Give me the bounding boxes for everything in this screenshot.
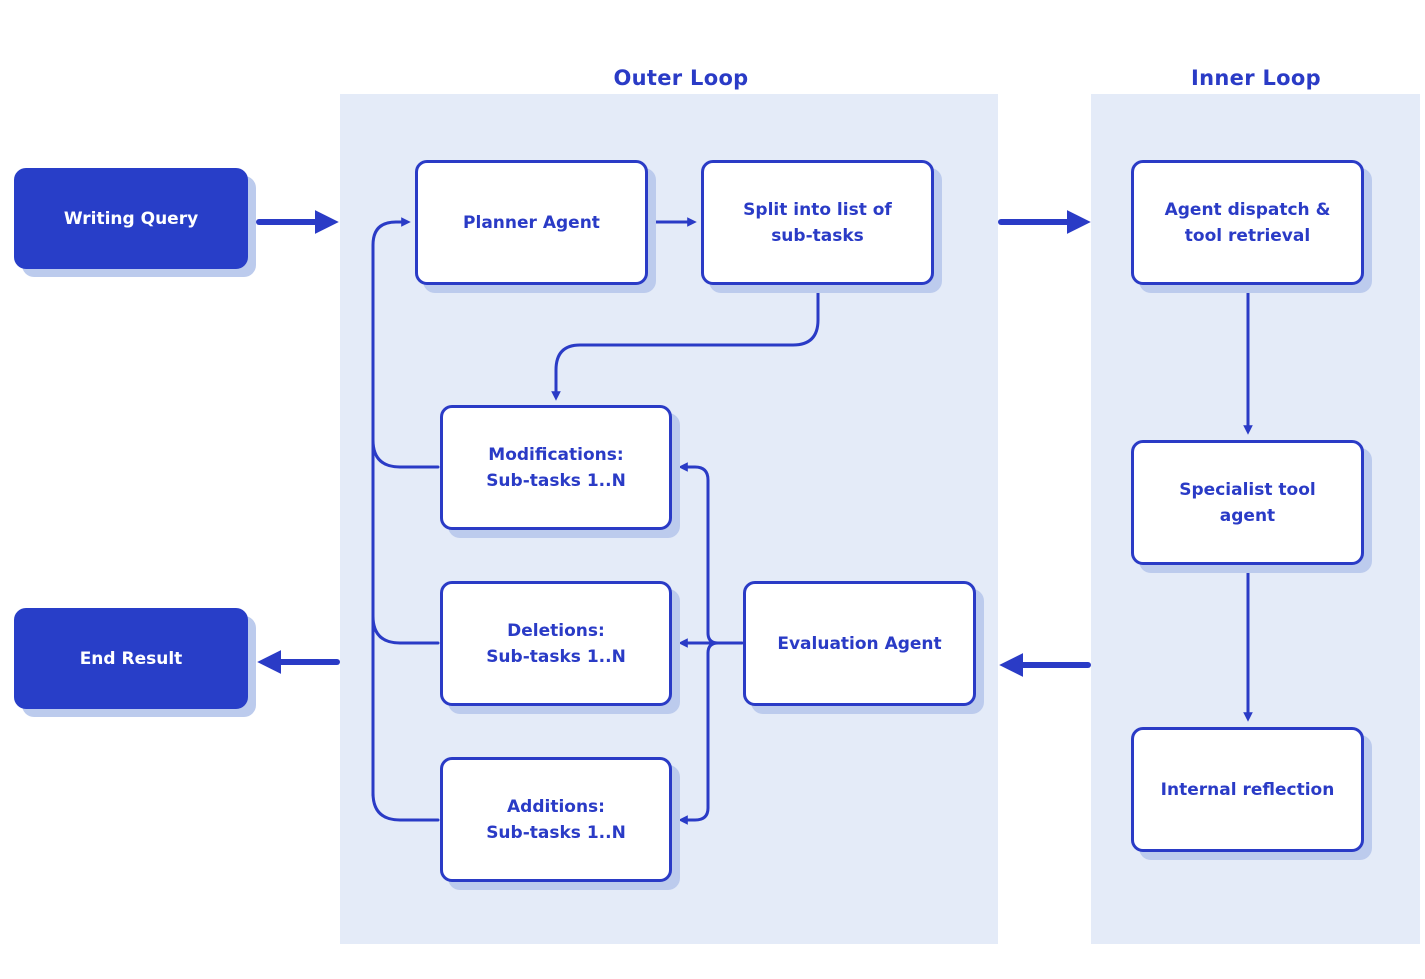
split-subtasks-label: Split into list of sub-tasks [743, 199, 892, 246]
deletions-node[interactable]: Deletions: Sub-tasks 1..N [440, 581, 672, 706]
end-result-node[interactable]: End Result [14, 608, 248, 709]
split-subtasks-node[interactable]: Split into list of sub-tasks [701, 160, 934, 285]
deletions-label: Deletions: Sub-tasks 1..N [486, 620, 626, 667]
specialist-tool-label: Specialist tool agent [1179, 479, 1316, 526]
internal-reflection-label: Internal reflection [1160, 779, 1335, 800]
evaluation-agent-label: Evaluation Agent [777, 633, 942, 654]
specialist-tool-node[interactable]: Specialist tool agent [1131, 440, 1364, 565]
agent-dispatch-label: Agent dispatch & tool retrieval [1164, 199, 1331, 246]
modifications-label: Modifications: Sub-tasks 1..N [486, 444, 626, 491]
end-result-label: End Result [79, 648, 183, 669]
internal-reflection-node[interactable]: Internal reflection [1131, 727, 1364, 852]
writing-query-node[interactable]: Writing Query [14, 168, 248, 269]
additions-label: Additions: Sub-tasks 1..N [486, 796, 626, 843]
writing-query-label: Writing Query [63, 208, 199, 229]
planner-agent-label: Planner Agent [463, 212, 600, 233]
additions-node[interactable]: Additions: Sub-tasks 1..N [440, 757, 672, 882]
planner-agent-node[interactable]: Planner Agent [415, 160, 648, 285]
inner-loop-title: Inner Loop [1191, 66, 1321, 90]
modifications-node[interactable]: Modifications: Sub-tasks 1..N [440, 405, 672, 530]
agent-dispatch-node[interactable]: Agent dispatch & tool retrieval [1131, 160, 1364, 285]
evaluation-agent-node[interactable]: Evaluation Agent [743, 581, 976, 706]
outer-loop-title: Outer Loop [613, 66, 749, 90]
